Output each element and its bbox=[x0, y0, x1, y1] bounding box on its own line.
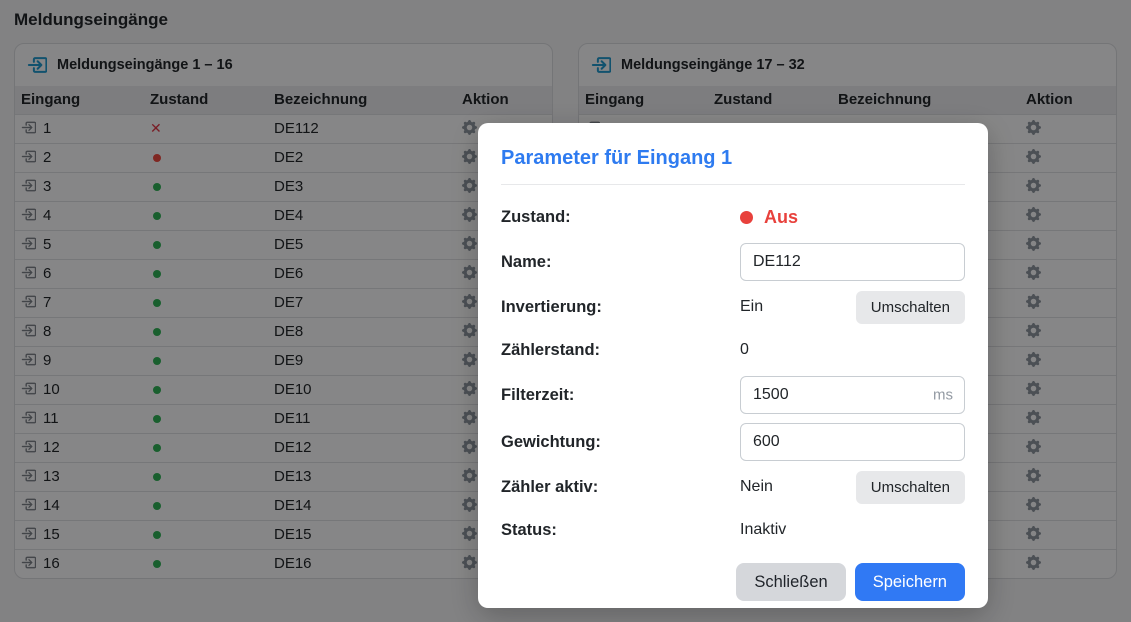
divider bbox=[501, 184, 965, 185]
dialog-footer: Schließen Speichern bbox=[501, 563, 965, 601]
field-label: Invertierung: bbox=[501, 298, 740, 317]
field-value: Ein bbox=[740, 298, 856, 316]
field-value: Inaktiv bbox=[740, 521, 965, 539]
toggle-button[interactable]: Umschalten bbox=[856, 291, 965, 324]
dialog-field: Gewichtung: bbox=[501, 423, 965, 461]
save-button[interactable]: Speichern bbox=[855, 563, 965, 601]
dialog-field: Status:Inaktiv bbox=[501, 513, 965, 547]
field-label: Status: bbox=[501, 521, 740, 540]
field-value: 0 bbox=[740, 341, 965, 359]
toggle-button[interactable]: Umschalten bbox=[856, 471, 965, 504]
dialog-field: Zustand: Aus bbox=[501, 200, 965, 234]
field-label: Name: bbox=[501, 253, 740, 272]
field-label: Zähler aktiv: bbox=[501, 478, 740, 497]
status-value: Aus bbox=[764, 207, 798, 228]
field-label: Filterzeit: bbox=[501, 386, 740, 405]
parameter-dialog: Parameter für Eingang 1 Zustand: Aus Name:… bbox=[478, 123, 988, 608]
dialog-field: Name: bbox=[501, 243, 965, 281]
dialog-field: Zähler aktiv:NeinUmschalten bbox=[501, 470, 965, 504]
dialog-field: Filterzeit: ms bbox=[501, 376, 965, 414]
dialog-fields: Zustand:AusName:Invertierung:EinUmschalt… bbox=[501, 200, 965, 547]
field-label: Zählerstand: bbox=[501, 341, 740, 360]
name-input[interactable] bbox=[740, 243, 965, 281]
unit-suffix: ms bbox=[933, 387, 953, 404]
dialog-field: Invertierung:EinUmschalten bbox=[501, 290, 965, 324]
dialog-title: Parameter für Eingang 1 bbox=[501, 147, 965, 170]
gewichtung-input[interactable] bbox=[740, 423, 965, 461]
dialog-field: Zählerstand:0 bbox=[501, 333, 965, 367]
status-dot-icon bbox=[740, 211, 753, 224]
field-value: Nein bbox=[740, 478, 856, 496]
filterzeit-input[interactable] bbox=[740, 376, 965, 414]
field-label: Gewichtung: bbox=[501, 433, 740, 452]
close-button[interactable]: Schließen bbox=[736, 563, 845, 601]
field-label: Zustand: bbox=[501, 208, 740, 227]
